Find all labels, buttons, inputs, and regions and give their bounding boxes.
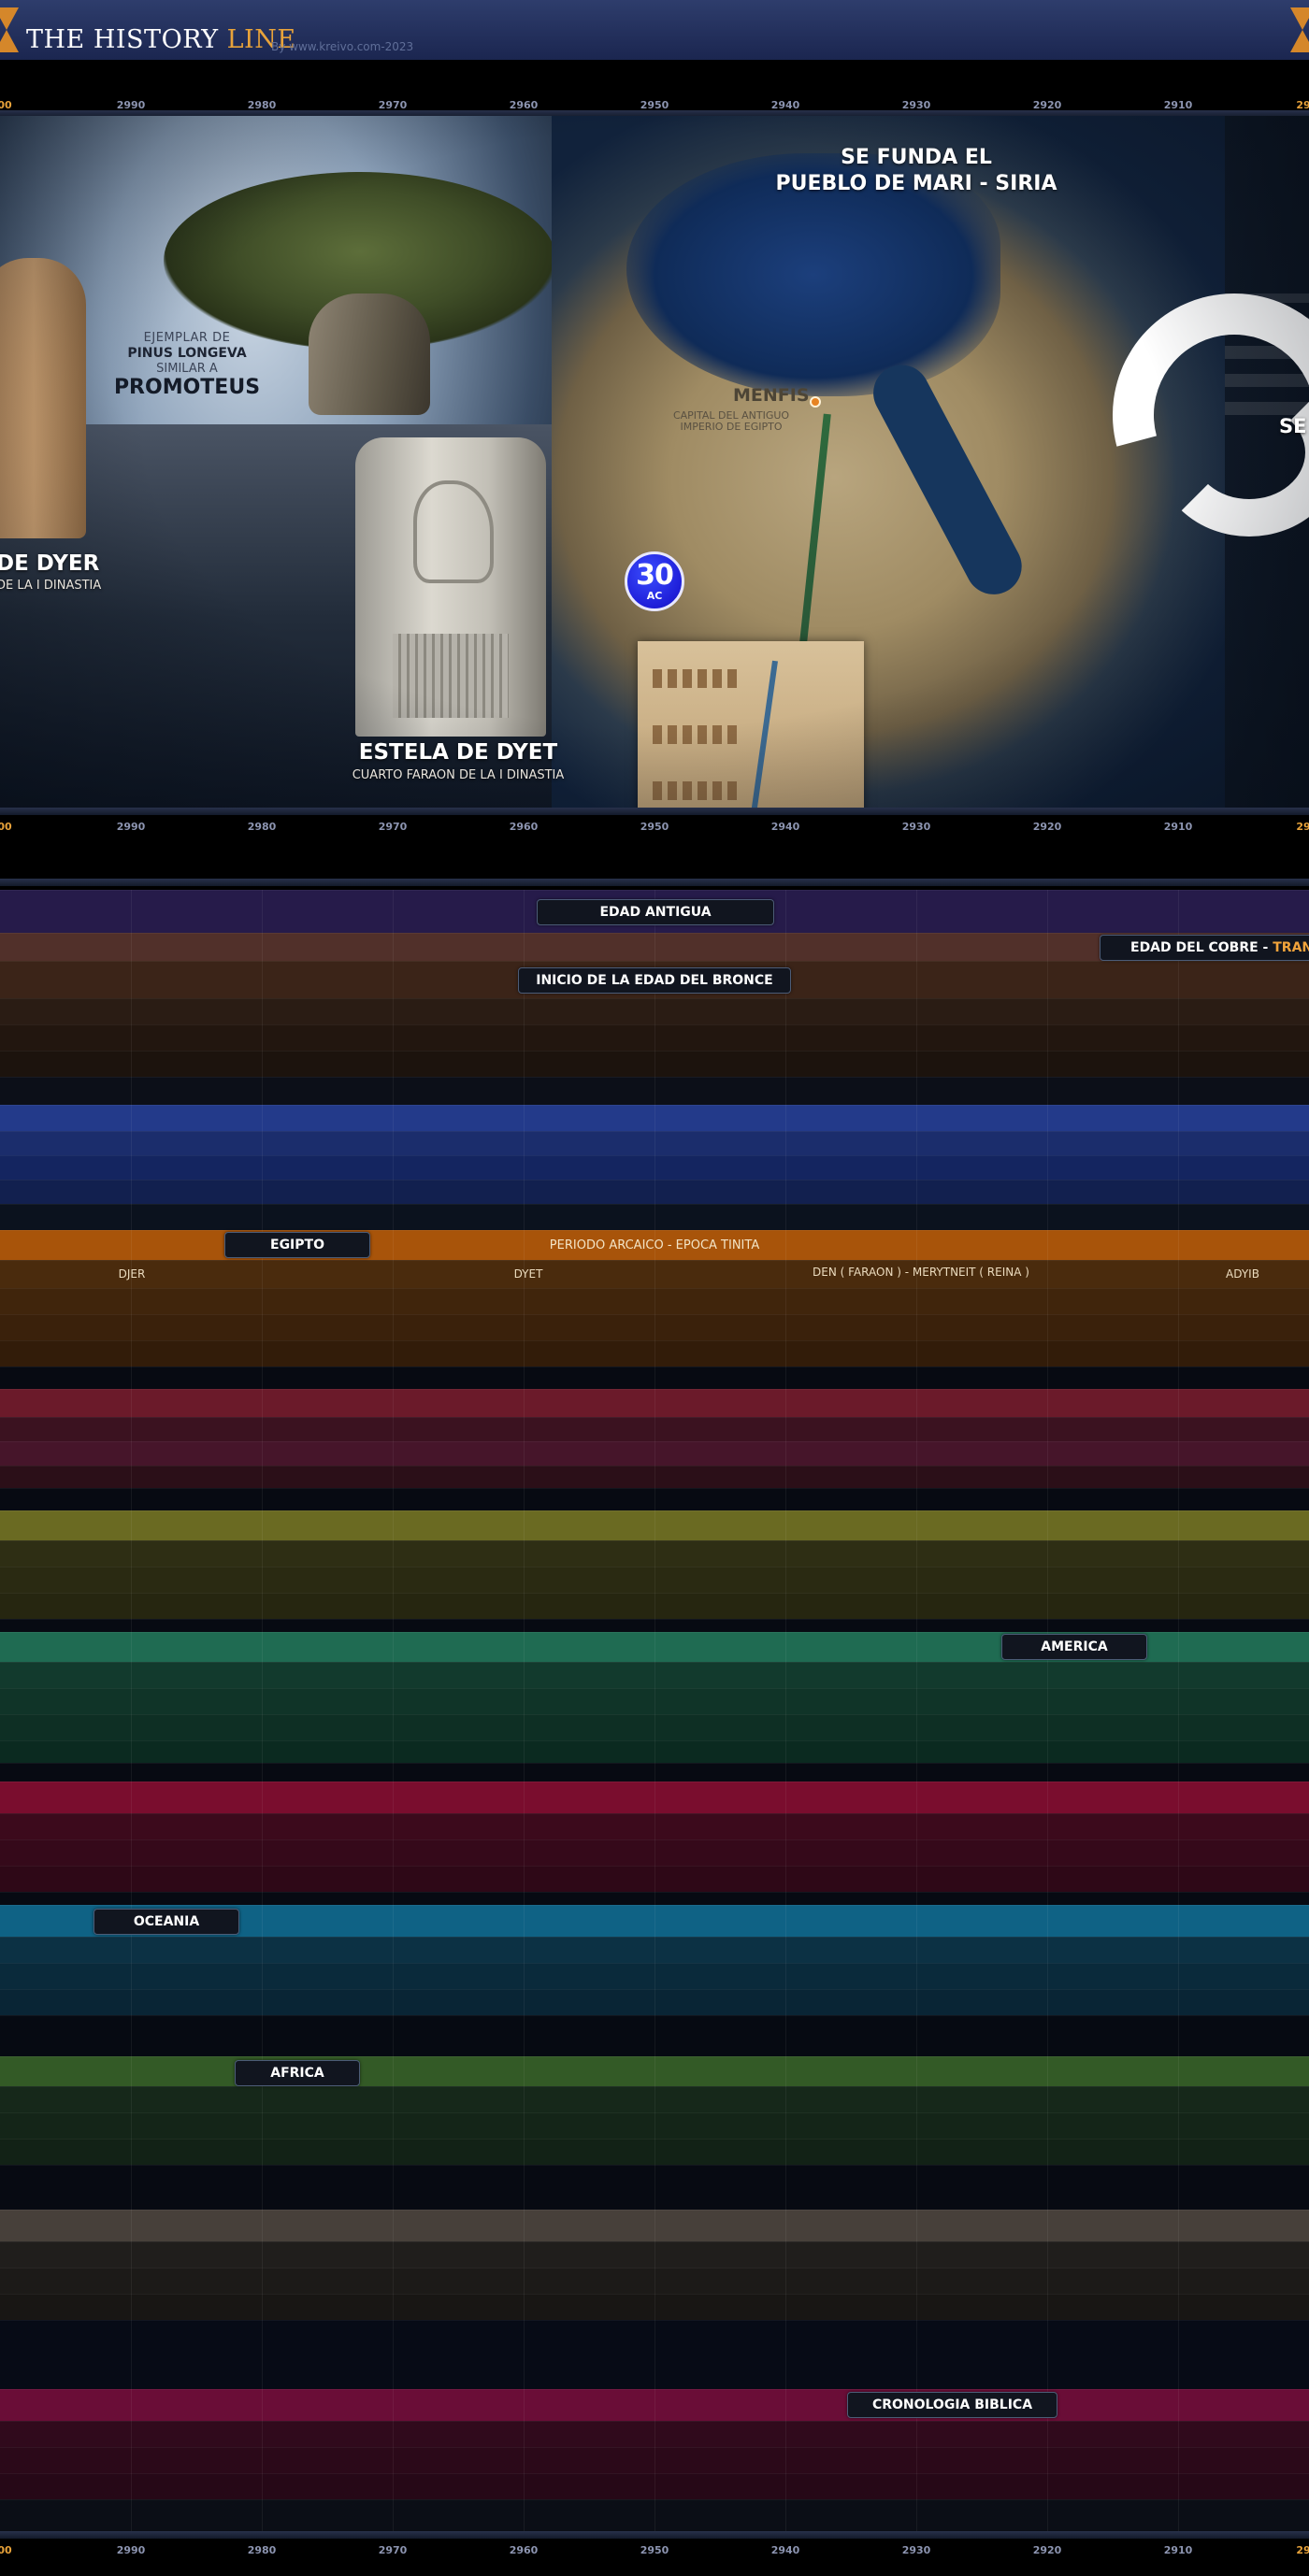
axis-band [0,879,1309,886]
axis-tick: 2910 [1163,2544,1193,2556]
axis-tick: 2950 [640,2544,669,2556]
grid-line [131,890,132,2531]
stela-title: ESTELA DE DYET [358,740,558,765]
axis-tick: 2950 [640,821,669,833]
axis-edge-left: 00 [0,2544,12,2556]
grid-line [524,890,525,2531]
egipto-period-label: PERIODO ARCAICO - EPOCA TINITA [549,1238,760,1252]
stela-subtitle: CUARTO FARAON DE LA I DINASTIA [352,768,565,782]
axis-tick: 2940 [770,821,800,833]
bronce-label[interactable]: INICIO DE LA EDAD DEL BRONCE [518,967,791,994]
bottom-year-axis: 00 2990 2980 2970 2960 2950 2940 2930 29… [0,2539,1309,2561]
left-stela-title: DE DYER [0,551,100,576]
menfis-location-marker[interactable] [810,396,821,408]
mid-year-axis: 00 2990 2980 2970 2960 2950 2940 2930 29… [0,815,1309,837]
credit-text: By www.kreivo.com-2023 [271,40,414,53]
axis-tick: 2930 [901,821,931,833]
grid-line [654,890,655,2531]
app-header: THE HISTORY LINE By www.kreivo.com-2023 [0,0,1309,60]
ruler-dyet[interactable]: DYET [514,1267,543,1281]
menfis-title: MENFIS [733,385,810,406]
hero-panel[interactable]: EJEMPLAR DE PINUS LONGEVA SIMILAR A PROM… [0,116,1309,811]
axis-edge-right: 29 [1296,2544,1309,2556]
axis-band [0,808,1309,815]
axis-tick: 2980 [247,2544,277,2556]
hourglass-logo-icon [0,7,19,52]
axis-tick: 2970 [378,821,408,833]
axis-tick: 2970 [378,2544,408,2556]
edad-cobre-text: EDAD DEL COBRE [1130,940,1259,955]
edad-cobre-label[interactable]: EDAD DEL COBRE - TRANSI [1100,935,1309,961]
mari-line2: PUEBLO DE MARI - SIRIA [775,172,1057,195]
brand-title[interactable]: THE HISTORY LINE [26,25,296,54]
grid-line [393,890,394,2531]
left-stela-subtitle: DE LA I DINASTIA [0,579,102,593]
egipto-label[interactable]: EGIPTO [224,1232,370,1258]
axis-tick: 2980 [247,821,277,833]
brand-main: THE HISTORY [26,25,227,54]
axis-edge-left: 00 [0,821,12,833]
ruler-djer[interactable]: DJER [119,1267,146,1281]
grid-line [785,890,786,2531]
axis-tick: 2920 [1032,821,1062,833]
tree-caption-line4: PROMOTEUS [113,376,261,399]
axis-tick: 2990 [116,2544,146,2556]
edad-antigua-label[interactable]: EDAD ANTIGUA [537,899,774,925]
timeline-page: THE HISTORY LINE By www.kreivo.com-2023 … [0,0,1309,2576]
edad-cobre-accent: TRANSI [1273,940,1309,955]
axis-tick: 2910 [1163,821,1193,833]
axis-edge-right: 29 [1296,821,1309,833]
grid-line [262,890,263,2531]
tree-caption-line1: EJEMPLAR DE [143,331,231,345]
tree-caption-line2: PINUS LONGEVA [127,346,247,361]
grid-line [1047,890,1048,2531]
axis-tick: 2930 [901,2544,931,2556]
axis-tick: 2940 [770,2544,800,2556]
axis-tick: 2920 [1032,2544,1062,2556]
right-cut-caption: SE [1279,415,1307,437]
tree-caption-line3: SIMILAR A [156,362,218,376]
year-badge-unit: AC [646,590,663,602]
axis-tick: 2960 [509,821,539,833]
america-label[interactable]: AMERICA [1001,1634,1147,1660]
ruler-adyib[interactable]: ADYIB [1226,1267,1259,1281]
axis-band [0,2531,1309,2539]
oceania-label[interactable]: OCEANIA [94,1909,239,1935]
year-badge[interactable]: 30 AC [625,551,684,611]
hourglass-logo-icon [1290,7,1309,52]
year-badge-number: 30 [636,559,674,592]
grid-line [916,890,917,2531]
edad-cobre-sep: - [1258,940,1273,955]
mari-line1: SE FUNDA EL [841,146,992,169]
africa-label[interactable]: AFRICA [235,2060,360,2086]
hero-vignette [0,116,1309,811]
axis-tick: 2960 [509,2544,539,2556]
menfis-line2: IMPERIO DE EGIPTO [680,421,783,433]
grid-line [1178,890,1179,2531]
biblica-label[interactable]: CRONOLOGIA BIBLICA [847,2392,1057,2418]
axis-tick: 2990 [116,821,146,833]
ruler-den-merytneit[interactable]: DEN ( FARAON ) - MERYTNEIT ( REINA ) [813,1266,1029,1279]
